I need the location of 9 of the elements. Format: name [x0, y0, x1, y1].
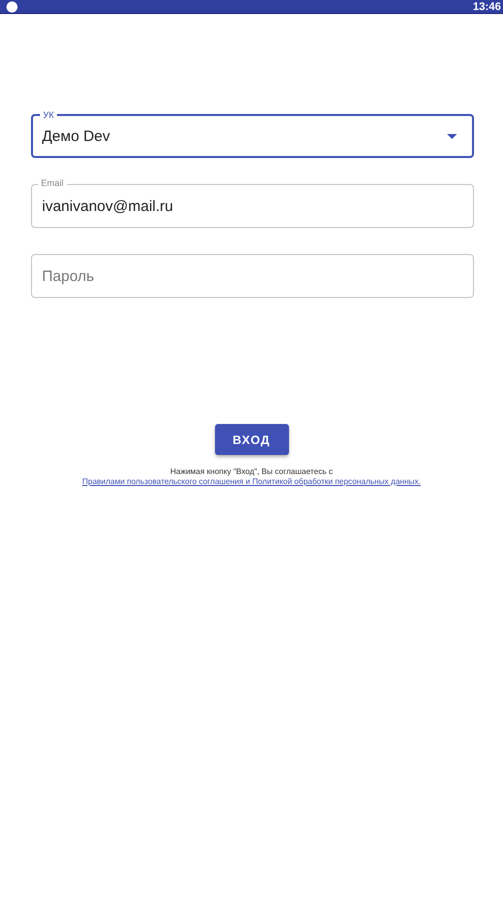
password-field[interactable]: Пароль [31, 254, 474, 298]
caret-icon [447, 134, 457, 138]
field-value: Демо Dev [42, 128, 111, 144]
terms-link[interactable]: Правилами пользовательского соглашения и Политикой обработки персональных данных. [82, 477, 421, 486]
status-time: 13:46 [472, 0, 501, 12]
field-label: Email [38, 177, 67, 189]
field-label: УК [40, 109, 57, 121]
login-button[interactable]: ВХОД [214, 424, 288, 455]
consent-text: Нажимая кнопку "Вход", Вы соглашаетесь с Правилами пользовательского соглашения и Политикой обработки персональных данных. [82, 467, 421, 487]
